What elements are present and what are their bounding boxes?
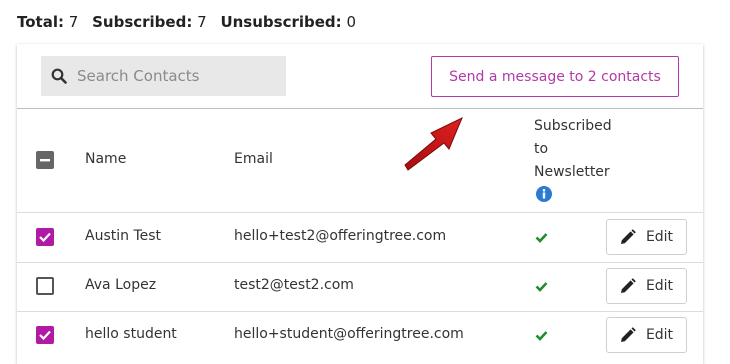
email-column-header[interactable]: Email [234,151,273,167]
subscribed-label: Subscribed: [92,13,193,31]
contact-name: Ava Lopez [85,277,157,293]
edit-button[interactable]: Edit [606,268,687,304]
total-label: Total: [17,13,64,31]
contact-email: test2@test2.com [234,277,354,293]
subscribed-value: 7 [197,13,207,31]
subscribed-check-icon [535,282,548,292]
contact-name: Austin Test [85,228,162,244]
checkmark-icon [39,330,51,341]
contact-stats: Total: 7 Subscribed: 7 Unsubscribed: 0 [17,13,356,31]
pencil-icon [620,229,636,244]
row-checkbox[interactable] [36,326,54,344]
contacts-toolbar: Send a message to 2 contacts [17,44,703,109]
total-value: 7 [68,13,79,31]
contact-email: hello+test2@offeringtree.com [234,228,447,244]
subscribed-check-icon [535,233,548,243]
contact-email: hello+student@offeringtree.com [234,326,464,342]
subscribed-check-icon [535,331,548,341]
edit-button[interactable]: Edit [606,219,687,255]
contact-name: hello student [85,326,177,342]
search-box[interactable] [41,56,286,96]
row-checkbox[interactable] [36,277,54,295]
table-header: Name Email Subscribed to Newsletter [17,109,703,213]
search-input[interactable] [75,66,279,86]
row-checkbox[interactable] [36,228,54,246]
checkmark-icon [39,232,51,243]
pencil-icon [620,278,636,293]
table-row[interactable]: Austin Test hello+test2@offeringtree.com… [17,213,703,263]
table-row[interactable]: Ava Lopez test2@test2.com Edit [17,262,703,312]
unsubscribed-value: 0 [346,13,356,31]
unsubscribed-label: Unsubscribed: [220,13,342,31]
minus-icon [40,159,50,162]
info-icon[interactable] [536,186,552,202]
send-message-button[interactable]: Send a message to 2 contacts [431,56,679,97]
pencil-icon [620,327,636,342]
search-icon [51,68,67,84]
subscribed-column-header: Subscribed to Newsletter [534,118,612,180]
table-row[interactable]: hello student hello+student@offeringtree… [17,311,703,360]
select-all-checkbox[interactable] [36,151,54,169]
contacts-panel: Send a message to 2 contacts Name Email … [17,44,703,364]
edit-label: Edit [645,327,674,343]
name-column-header[interactable]: Name [85,151,126,167]
edit-label: Edit [645,278,674,294]
edit-label: Edit [645,229,674,245]
edit-button[interactable]: Edit [606,317,687,353]
